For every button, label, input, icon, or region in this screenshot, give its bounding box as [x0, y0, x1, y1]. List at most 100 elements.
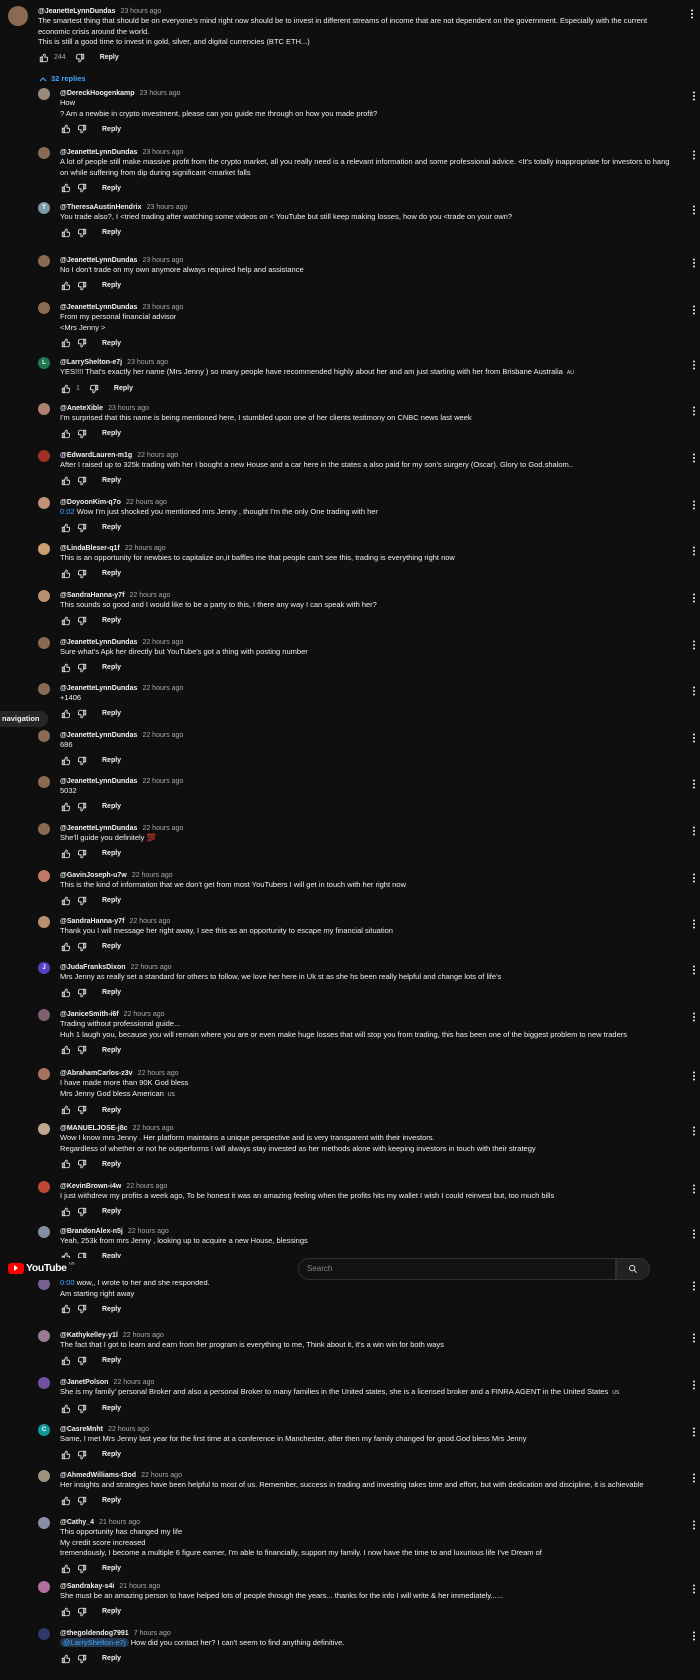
avatar[interactable]	[38, 1628, 50, 1640]
avatar[interactable]: J	[38, 962, 50, 974]
reply-time[interactable]: 23 hours ago	[142, 149, 183, 156]
dislike-icon[interactable]	[76, 848, 88, 860]
reply-time[interactable]: 23 hours ago	[142, 304, 183, 311]
reply-button[interactable]: Reply	[102, 757, 121, 764]
more-actions-icon[interactable]	[690, 778, 698, 790]
youtube-logo[interactable]: YouTube NR	[8, 1261, 75, 1274]
replies-toggle-button[interactable]: 32 replies	[39, 74, 86, 83]
reply-button[interactable]: Reply	[102, 1405, 121, 1412]
like-icon[interactable]	[60, 755, 72, 767]
reply-button[interactable]: Reply	[102, 282, 121, 289]
reply-button[interactable]: Reply	[102, 185, 121, 192]
more-actions-icon[interactable]	[690, 825, 698, 837]
avatar[interactable]	[38, 1517, 50, 1529]
reply-author[interactable]: @AneteXible	[60, 405, 103, 412]
reply-author[interactable]: @SandraHanna-y7f	[60, 918, 124, 925]
reply-button[interactable]: Reply	[102, 1655, 121, 1662]
reply-button[interactable]: Reply	[102, 943, 121, 950]
reply-button[interactable]: Reply	[102, 1451, 121, 1458]
avatar[interactable]	[38, 1330, 50, 1342]
avatar[interactable]	[38, 88, 50, 100]
like-icon[interactable]	[60, 475, 72, 487]
avatar[interactable]	[38, 683, 50, 695]
avatar[interactable]	[38, 403, 50, 415]
reply-time[interactable]: 22 hours ago	[123, 1332, 164, 1339]
reply-time[interactable]: 21 hours ago	[99, 1519, 140, 1526]
avatar[interactable]	[38, 730, 50, 742]
reply-time[interactable]: 23 hours ago	[127, 359, 168, 366]
comment-time[interactable]: 23 hours ago	[120, 8, 161, 15]
reply-button[interactable]: Reply	[102, 803, 121, 810]
reply-author[interactable]: @EdwardLauren-m1g	[60, 452, 132, 459]
like-icon[interactable]	[60, 1606, 72, 1618]
more-actions-icon[interactable]	[690, 1426, 698, 1438]
search-button[interactable]	[616, 1258, 650, 1280]
timestamp-link[interactable]: 0:02	[60, 507, 75, 516]
avatar[interactable]	[38, 590, 50, 602]
reply-time[interactable]: 7 hours ago	[134, 1630, 171, 1637]
like-icon[interactable]	[60, 941, 72, 953]
dislike-icon[interactable]	[76, 475, 88, 487]
reply-button[interactable]: Reply	[102, 1357, 121, 1364]
reply-time[interactable]: 23 hours ago	[140, 90, 181, 97]
dislike-icon[interactable]	[76, 987, 88, 999]
guide-navigation-tab[interactable]: navigation	[0, 711, 48, 727]
avatar[interactable]	[38, 302, 50, 314]
more-actions-icon[interactable]	[690, 964, 698, 976]
more-actions-icon[interactable]	[690, 1379, 698, 1391]
like-icon[interactable]	[60, 123, 72, 135]
more-actions-icon[interactable]	[690, 257, 698, 269]
reply-time[interactable]: 23 hours ago	[108, 405, 149, 412]
reply-author[interactable]: @DoyoonKim-q7o	[60, 499, 121, 506]
more-actions-icon[interactable]	[690, 1183, 698, 1195]
reply-time[interactable]: 22 hours ago	[126, 1183, 167, 1190]
reply-button[interactable]: Reply	[102, 126, 121, 133]
dislike-icon[interactable]	[76, 1449, 88, 1461]
like-icon[interactable]	[38, 52, 50, 64]
avatar[interactable]	[38, 255, 50, 267]
like-icon[interactable]	[60, 522, 72, 534]
reply-time[interactable]: 22 hours ago	[137, 452, 178, 459]
reply-button[interactable]: Reply	[102, 1608, 121, 1615]
like-icon[interactable]	[60, 1303, 72, 1315]
dislike-icon[interactable]	[76, 182, 88, 194]
dislike-icon[interactable]	[76, 615, 88, 627]
reply-time[interactable]: 23 hours ago	[147, 204, 188, 211]
reply-button[interactable]: Reply	[102, 664, 121, 671]
more-actions-icon[interactable]	[690, 1630, 698, 1642]
more-actions-icon[interactable]	[690, 685, 698, 697]
reply-time[interactable]: 22 hours ago	[128, 1228, 169, 1235]
more-actions-icon[interactable]	[690, 359, 698, 371]
dislike-icon[interactable]	[88, 383, 100, 395]
reply-button[interactable]: Reply	[102, 710, 121, 717]
avatar[interactable]	[38, 147, 50, 159]
dislike-icon[interactable]	[76, 662, 88, 674]
more-actions-icon[interactable]	[690, 90, 698, 102]
reply-author[interactable]: @Cathy_4	[60, 1519, 94, 1526]
like-icon[interactable]	[60, 1563, 72, 1575]
reply-button[interactable]: Reply	[102, 1306, 121, 1313]
more-actions-icon[interactable]	[690, 1583, 698, 1595]
reply-author[interactable]: @Kathykelley-y1l	[60, 1332, 118, 1339]
reply-author[interactable]: @CasreMnht	[60, 1426, 103, 1433]
reply-time[interactable]: 22 hours ago	[142, 778, 183, 785]
reply-button[interactable]: Reply	[102, 340, 121, 347]
reply-author[interactable]: @thegoldendog7991	[60, 1630, 129, 1637]
more-actions-icon[interactable]	[690, 1519, 698, 1531]
reply-author[interactable]: @JanetPolson	[60, 1379, 108, 1386]
reply-time[interactable]: 22 hours ago	[126, 499, 167, 506]
more-actions-icon[interactable]	[690, 1228, 698, 1240]
avatar[interactable]	[38, 1181, 50, 1193]
like-icon[interactable]	[60, 1044, 72, 1056]
more-actions-icon[interactable]	[690, 1472, 698, 1484]
reply-author[interactable]: @JeanetteLynnDundas	[60, 149, 137, 156]
reply-author[interactable]: @Sandrakay-s4i	[60, 1583, 114, 1590]
reply-author[interactable]: @JeanetteLynnDundas	[60, 257, 137, 264]
reply-author[interactable]: @KevinBrown-i4w	[60, 1183, 121, 1190]
reply-author[interactable]: @JeanetteLynnDundas	[60, 639, 137, 646]
dislike-icon[interactable]	[76, 568, 88, 580]
more-actions-icon[interactable]	[690, 639, 698, 651]
dislike-icon[interactable]	[76, 337, 88, 349]
dislike-icon[interactable]	[76, 1206, 88, 1218]
more-actions-icon[interactable]	[690, 149, 698, 161]
